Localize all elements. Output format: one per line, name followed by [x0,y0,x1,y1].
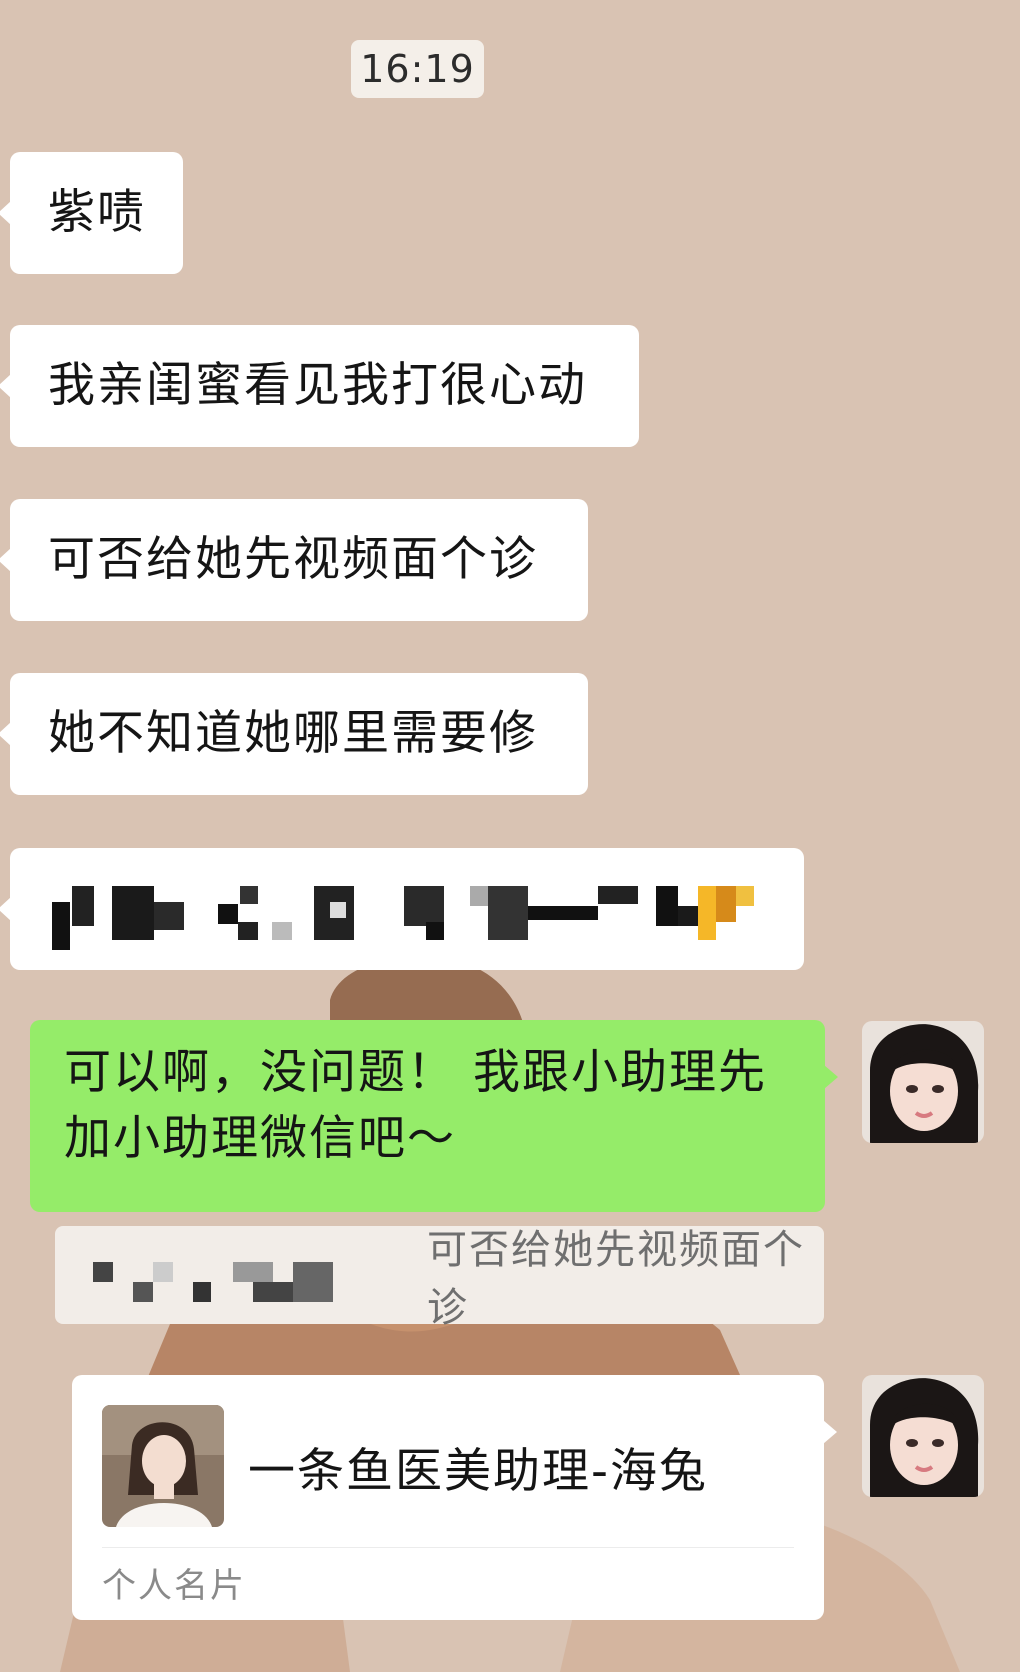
contact-card-label: 个人名片 [102,1565,246,1606]
mosaic-redaction [93,1262,393,1302]
contact-card-message[interactable]: 一条鱼医美助理-海兔 个人名片 [72,1375,837,1620]
outgoing-message[interactable]: 可以啊，没问题！ 我跟小助理先 加小助理微信吧～ [30,1020,838,1212]
quoted-message-text: 可否给她先视频面个诊 [427,1227,805,1331]
message-text-line: 可以啊，没问题！ 我跟小助理先 [64,1045,767,1100]
incoming-message[interactable]: 她不知道她哪里需要修 [0,673,588,795]
incoming-message-censored[interactable] [0,848,804,970]
incoming-message[interactable]: 紫啧 [0,152,183,274]
incoming-message[interactable]: 可否给她先视频面个诊 [0,499,588,621]
message-text: 紫啧 [48,185,146,241]
user-avatar-icon[interactable] [862,1021,984,1143]
message-text: 她不知道她哪里需要修 [48,706,538,762]
contact-avatar-icon [102,1405,224,1527]
contact-name: 一条鱼医美助理-海兔 [248,1443,708,1499]
message-text-line: 加小助理微信吧～ [64,1110,456,1166]
message-text: 可否给她先视频面个诊 [48,532,538,588]
mosaic-redaction [50,886,790,950]
incoming-message[interactable]: 我亲闺蜜看见我打很心动 [0,325,639,447]
user-avatar-icon[interactable] [862,1375,984,1497]
chat-timestamp: 16:19 [351,40,484,98]
message-text: 我亲闺蜜看见我打很心动 [48,358,587,414]
quoted-message[interactable]: 可否给她先视频面个诊 [55,1226,824,1331]
divider [102,1547,794,1548]
